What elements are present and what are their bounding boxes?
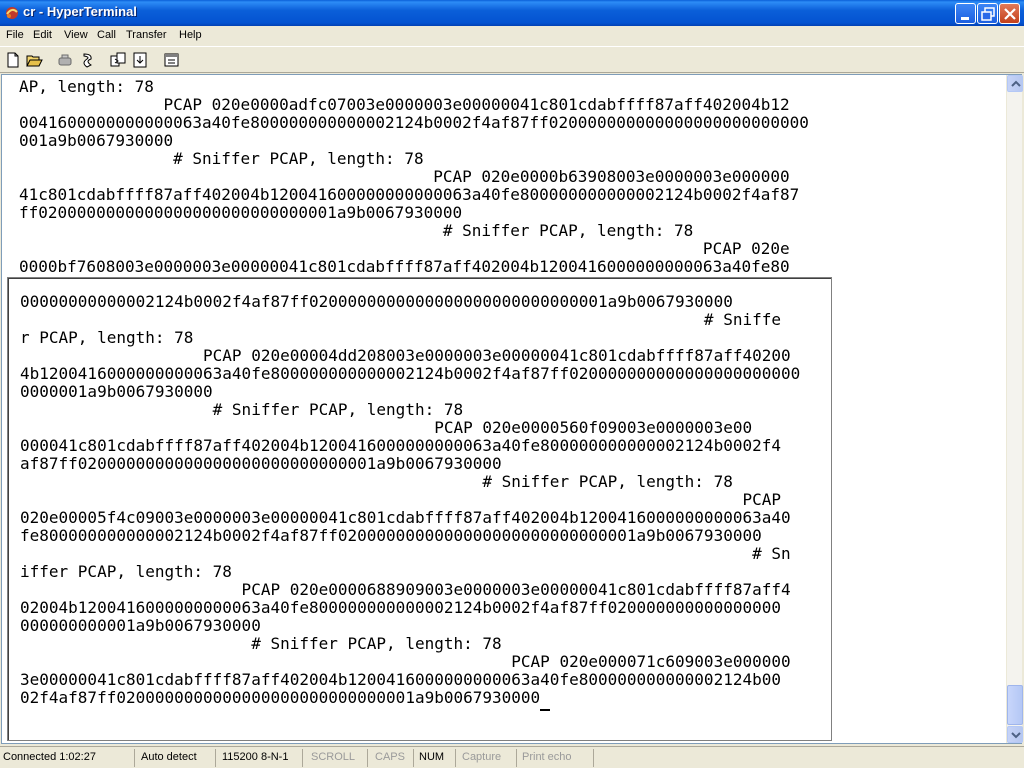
scroll-up-icon	[1011, 80, 1021, 87]
terminal-line: iffer PCAP, length: 78	[20, 562, 232, 581]
terminal-line: # Sniffer PCAP, length: 78	[19, 221, 694, 240]
scroll-down-button[interactable]	[1007, 726, 1023, 743]
terminal-line: # Sn	[20, 544, 791, 563]
terminal-frame: AP, length: 78 PCAP 020e0000adfc07003e00…	[1, 74, 1023, 744]
menu-file[interactable]: File	[6, 29, 24, 41]
scroll-up-button[interactable]	[1007, 75, 1023, 92]
status-num: NUM	[416, 749, 456, 767]
status-capture: Capture	[459, 749, 517, 767]
scroll-thumb[interactable]	[1007, 685, 1023, 725]
terminal-line: ff0200000000000000000000000000001a9b0067…	[19, 203, 463, 222]
menu-view[interactable]: View	[64, 29, 88, 41]
minimize-icon	[961, 17, 969, 20]
terminal-line: PCAP 020e0000688909003e0000003e00000041c…	[20, 580, 791, 599]
terminal-line: PCAP 020e000071c609003e000000	[20, 652, 791, 671]
new-icon[interactable]	[4, 51, 22, 69]
terminal-screen[interactable]: AP, length: 78 PCAP 020e0000adfc07003e00…	[2, 75, 1005, 743]
hyperterminal-window: cr - HyperTerminal File Edit View Call T…	[0, 0, 1024, 768]
terminal-line: # Sniffer PCAP, length: 78	[20, 400, 464, 419]
status-settings: 115200 8-N-1	[219, 749, 303, 767]
terminal-line: 4b1200416000000000063a40fe80000000000000…	[20, 364, 801, 383]
terminal-line: 0041600000000000063a40fe8000000000000021…	[19, 113, 809, 132]
menu-call[interactable]: Call	[97, 29, 116, 41]
open-icon[interactable]	[25, 51, 43, 69]
terminal-line: # Sniffer PCAP, length: 78	[20, 634, 502, 653]
send-icon[interactable]	[109, 51, 127, 69]
terminal-active-area[interactable]: 00000000000002124b0002f4af87ff0200000000…	[7, 277, 832, 741]
terminal-line: 000000000001a9b0067930000	[20, 616, 261, 635]
terminal-output: 00000000000002124b0002f4af87ff0200000000…	[20, 293, 830, 707]
terminal-line: PCAP 020e0000adfc07003e0000003e00000041c…	[19, 95, 790, 114]
terminal-line: 02004b1200416000000000063a40fe8000000000…	[20, 598, 781, 617]
hyperterminal-icon	[6, 7, 18, 19]
terminal-line: # Sniffe	[20, 310, 781, 329]
terminal-line: PCAP 020e	[19, 239, 790, 258]
terminal-line: PCAP 020e0000560f09003e0000003e00	[20, 418, 753, 437]
receive-icon[interactable]	[132, 51, 150, 69]
status-caps: CAPS	[372, 749, 414, 767]
window-title: cr - HyperTerminal	[23, 4, 137, 19]
toolbar	[0, 46, 1024, 73]
status-bar: Connected 1:02:27 Auto detect 115200 8-N…	[0, 746, 1024, 768]
scrollback-buffer: AP, length: 78 PCAP 020e0000adfc07003e00…	[19, 78, 839, 276]
terminal-line: fe800000000000002124b0002f4af87ff0200000…	[20, 526, 762, 545]
terminal-line: # Sniffer PCAP, length: 78	[19, 149, 424, 168]
close-button[interactable]	[999, 3, 1020, 24]
terminal-line: AP, length: 78	[19, 77, 154, 96]
call-icon[interactable]	[79, 51, 97, 69]
terminal-line: 00000000000002124b0002f4af87ff0200000000…	[20, 292, 733, 311]
terminal-line: # Sniffer PCAP, length: 78	[20, 472, 733, 491]
terminal-line: 3e00000041c801cdabffff87aff402004b120041…	[20, 670, 781, 689]
disconnect-icon[interactable]	[56, 51, 74, 69]
terminal-line: 000041c801cdabffff87aff402004b1200416000…	[20, 436, 781, 455]
menu-help[interactable]: Help	[179, 29, 202, 41]
terminal-line: 41c801cdabffff87aff402004b12004160000000…	[19, 185, 800, 204]
close-icon	[1004, 8, 1016, 20]
terminal-line: PCAP 020e00004dd208003e0000003e00000041c…	[20, 346, 791, 365]
scroll-down-icon	[1011, 732, 1021, 739]
text-cursor	[540, 709, 550, 711]
restore-button[interactable]	[977, 3, 998, 24]
menu-edit[interactable]: Edit	[33, 29, 52, 41]
title-bar[interactable]: cr - HyperTerminal	[0, 0, 1024, 26]
menu-transfer[interactable]: Transfer	[126, 29, 167, 41]
status-scroll: SCROLL	[308, 749, 368, 767]
terminal-line: r PCAP, length: 78	[20, 328, 194, 347]
terminal-line: 0000001a9b0067930000	[20, 382, 213, 401]
properties-icon[interactable]	[163, 51, 181, 69]
menu-bar: File Edit View Call Transfer Help	[0, 26, 1024, 45]
terminal-line: 001a9b0067930000	[19, 131, 174, 150]
status-print-echo: Print echo	[519, 749, 594, 767]
terminal-line: PCAP 020e0000b63908003e0000003e000000	[19, 167, 790, 186]
status-connected: Connected 1:02:27	[0, 749, 135, 767]
terminal-line: 020e00005f4c09003e0000003e00000041c801cd…	[20, 508, 791, 527]
terminal-line: PCAP	[20, 490, 781, 509]
vertical-scrollbar[interactable]	[1006, 75, 1023, 743]
terminal-line: 02f4af87ff020000000000000000000000000000…	[20, 688, 541, 707]
restore-icon	[981, 7, 995, 21]
minimize-button[interactable]	[955, 3, 976, 24]
terminal-line: af87ff0200000000000000000000000000001a9b…	[20, 454, 502, 473]
status-detect: Auto detect	[138, 749, 216, 767]
terminal-line: 0000bf7608003e0000003e00000041c801cdabff…	[19, 257, 790, 276]
